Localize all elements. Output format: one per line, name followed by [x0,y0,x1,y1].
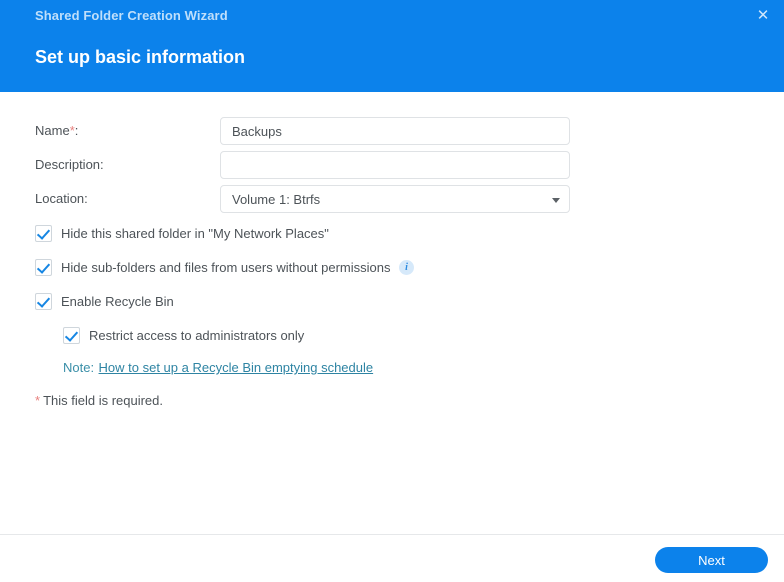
note-row: Note: How to set up a Recycle Bin emptyi… [63,359,373,379]
name-label: Name*: [35,123,78,138]
option-label: Restrict access to administrators only [89,328,304,343]
chevron-down-icon[interactable] [552,198,560,203]
page-title: Set up basic information [35,47,245,68]
checkbox-hide-shared-folder[interactable] [35,225,52,242]
required-field-text: This field is required. [43,393,163,408]
option-label: Hide this shared folder in "My Network P… [61,226,329,241]
window-title: Shared Folder Creation Wizard [35,8,228,23]
next-button[interactable]: Next [655,547,768,573]
location-selected-value: Volume 1: Btrfs [232,192,320,207]
location-row: Location: Volume 1: Btrfs [0,185,784,215]
required-field-note: *This field is required. [35,393,163,408]
check-icon [65,328,78,342]
name-row: Name*: [0,117,784,147]
description-label: Description: [35,157,104,172]
note-label: Note: [63,360,94,375]
option-label: Enable Recycle Bin [61,294,174,309]
option-label: Hide sub-folders and files from users wi… [61,260,390,275]
checkbox-enable-recycle-bin[interactable] [35,293,52,310]
checkbox-restrict-access[interactable] [63,327,80,344]
wizard-header: Shared Folder Creation Wizard ✕ Set up b… [0,0,784,92]
check-icon [37,226,50,240]
required-asterisk: * [35,393,40,408]
wizard-footer: Next [0,534,784,582]
close-icon[interactable]: ✕ [754,7,772,25]
location-select[interactable]: Volume 1: Btrfs [220,185,570,213]
recycle-bin-schedule-link[interactable]: How to set up a Recycle Bin emptying sch… [99,360,374,375]
description-input[interactable] [220,151,570,179]
wizard-body: Name*: Description: Location: Volume 1: … [0,92,784,534]
info-icon[interactable]: i [399,260,414,275]
location-label: Location: [35,191,88,206]
check-icon [37,260,50,274]
description-row: Description: [0,151,784,181]
name-input[interactable] [220,117,570,145]
checkbox-hide-subfolders[interactable] [35,259,52,276]
check-icon [37,294,50,308]
